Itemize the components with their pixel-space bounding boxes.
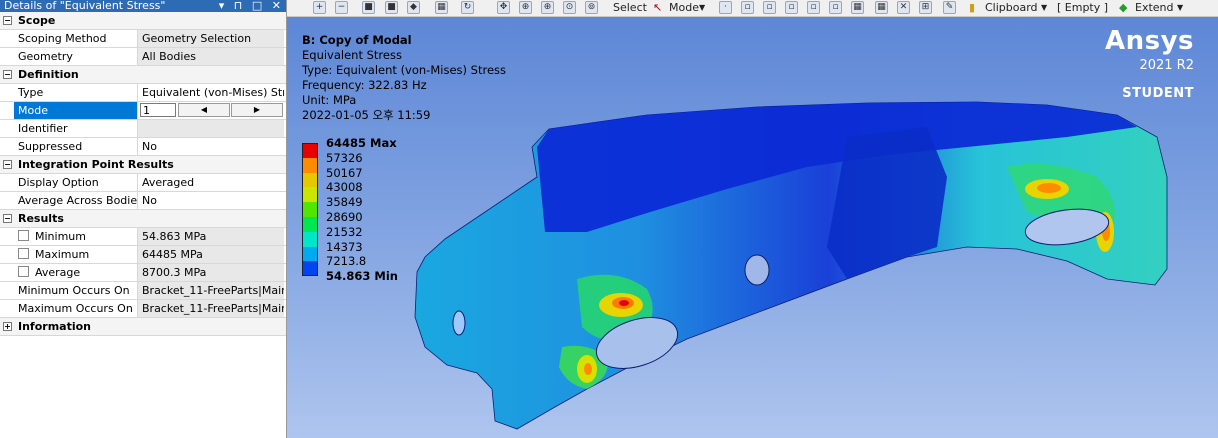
details-title: Details of "Equivalent Stress" [4,0,166,12]
empty-clipboard-label: [ Empty ] [1057,1,1109,14]
row-geometry[interactable]: Geometry All Bodies [0,48,286,66]
pan-icon[interactable]: ✥ [497,1,510,14]
category-results[interactable]: − Results [0,210,286,228]
row-maximum[interactable]: Maximum 64485 MPa [0,246,286,264]
layout-icon[interactable]: ▦ [435,1,448,14]
mode-increase-button[interactable]: ▶ [231,103,283,117]
rotate-icon[interactable]: ↻ [461,1,474,14]
collapse-icon[interactable]: − [3,160,12,169]
collapse-icon[interactable]: − [3,16,12,25]
chevron-down-icon[interactable]: ▼ [1177,1,1183,15]
window-controls[interactable]: ▾ ⊓ □ ✕ [219,0,284,12]
cursor-icon[interactable]: ↖ [653,1,662,15]
zoom-out-icon[interactable]: − [335,1,348,14]
contour-orange [1037,183,1061,193]
analysis-title: B: Copy of Modal [302,33,412,47]
legend-label: 28690 [326,210,363,224]
edge-select-icon[interactable]: ▫ [741,1,754,14]
magnifier-icon[interactable]: ⊚ [585,1,598,14]
result-name: Equivalent Stress [302,48,402,62]
category-scope[interactable]: − Scope [0,12,286,30]
select-button[interactable]: Select [613,1,647,15]
row-minimum[interactable]: Minimum 54.863 MPa [0,228,286,246]
legend-label: 21532 [326,224,363,239]
body-select-icon[interactable]: ▫ [785,1,798,14]
label-icon[interactable]: ✕ [897,1,910,14]
mode-dropdown[interactable]: Mode [669,1,699,15]
annotation-icon[interactable]: ✎ [943,1,956,14]
row-maximum-occurs-on[interactable]: Maximum Occurs On Bracket_11-FreeParts|M… [0,300,286,318]
legend-label: 50167 [326,165,363,180]
row-display-option[interactable]: Display Option Averaged [0,174,286,192]
category-definition[interactable]: − Definition [0,66,286,84]
collapse-icon[interactable]: − [3,70,12,79]
expand-icon[interactable]: + [3,322,12,331]
coordinate-icon[interactable]: ⊞ [919,1,932,14]
row-scoping-method[interactable]: Scoping Method Geometry Selection [0,30,286,48]
cube-icon[interactable]: ■ [362,1,375,14]
row-identifier[interactable]: Identifier [0,120,286,138]
legend-label: 14373 [326,239,363,254]
zoom-icon[interactable]: ⊕ [519,1,532,14]
ansys-logo: Ansys 2021 R2 STUDENT [1105,27,1194,103]
center-band [827,127,947,279]
details-panel: Details of "Equivalent Stress" ▾ ⊓ □ ✕ −… [0,0,287,438]
legend-label: 57326 [326,150,363,165]
zoom-in-icon[interactable]: + [313,1,326,14]
result-frequency: Frequency: 322.83 Hz [302,78,427,92]
chevron-down-icon[interactable]: ▼ [699,1,705,15]
brand-name: Ansys [1104,26,1194,56]
bolt-hole [452,310,466,336]
chevron-down-icon[interactable]: ▼ [1041,1,1047,15]
row-suppressed[interactable]: Suppressed No [0,138,286,156]
result-info: B: Copy of Modal Equivalent Stress Type:… [302,33,506,123]
mode-editor[interactable]: 1 ◀ ▶ [140,102,286,119]
clipboard-dropdown[interactable]: Clipboard [985,1,1038,15]
zoom-box-icon[interactable]: ⊕ [541,1,554,14]
row-type[interactable]: Type Equivalent (von-Mises) Stress [0,84,286,102]
checkbox[interactable] [18,266,29,277]
zoom-fit-icon[interactable]: ⊙ [563,1,576,14]
legend-bar-outline [302,143,318,277]
vertex-select-icon[interactable]: · [719,1,732,14]
render-icon[interactable]: ◆ [407,1,420,14]
extend-icon[interactable]: ◆ [1119,1,1127,15]
details-grid: − Scope Scoping Method Geometry Selectio… [0,12,286,336]
face-select-icon[interactable]: ▫ [763,1,776,14]
checkbox[interactable] [18,230,29,241]
details-title-bar: Details of "Equivalent Stress" ▾ ⊓ □ ✕ [0,0,286,12]
mode-input[interactable]: 1 [140,103,176,117]
category-information[interactable]: + Information [0,318,286,336]
extend-dropdown[interactable]: Extend [1135,1,1174,15]
legend-label: 54.863 Min [326,269,398,284]
result-unit: Unit: MPa [302,93,357,107]
row-minimum-occurs-on[interactable]: Minimum Occurs On Bracket_11-FreeParts|M… [0,282,286,300]
row-mode[interactable]: Mode 1 ◀ ▶ [0,102,286,120]
brand-release: 2021 R2 [1139,58,1194,73]
graphics-toolbar: + − ■ ■ ◆ ▦ ↻ ✥ ⊕ ⊕ ⊙ ⊚ Select ↖ Mode ▼ … [287,0,1218,17]
contour-orange [584,363,592,375]
contour-red [619,300,629,306]
brand-edition: STUDENT [1122,86,1194,101]
collapse-icon[interactable]: − [3,214,12,223]
legend-label: 35849 [326,195,363,210]
element-face-icon[interactable]: ▫ [829,1,842,14]
legend-label: 7213.8 [326,254,367,269]
result-timestamp: 2022-01-05 오후 11:59 [302,108,431,122]
checkbox[interactable] [18,248,29,259]
row-average-across-bodies[interactable]: Average Across Bodies No [0,192,286,210]
element-select-icon[interactable]: ▦ [875,1,888,14]
mode-decrease-button[interactable]: ◀ [178,103,230,117]
category-integration-point-results[interactable]: − Integration Point Results [0,156,286,174]
result-type: Type: Equivalent (von-Mises) Stress [302,63,506,77]
mesh-select-icon[interactable]: ▦ [851,1,864,14]
row-average[interactable]: Average 8700.3 MPa [0,264,286,282]
graphics-viewport[interactable]: B: Copy of Modal Equivalent Stress Type:… [287,17,1218,438]
node-select-icon[interactable]: ▫ [807,1,820,14]
clipboard-icon[interactable]: ▮ [969,1,975,15]
legend-label: 43008 [326,180,363,195]
bolt-hole [744,254,770,286]
cube-shaded-icon[interactable]: ■ [385,1,398,14]
legend-label: 64485 Max [326,136,397,150]
